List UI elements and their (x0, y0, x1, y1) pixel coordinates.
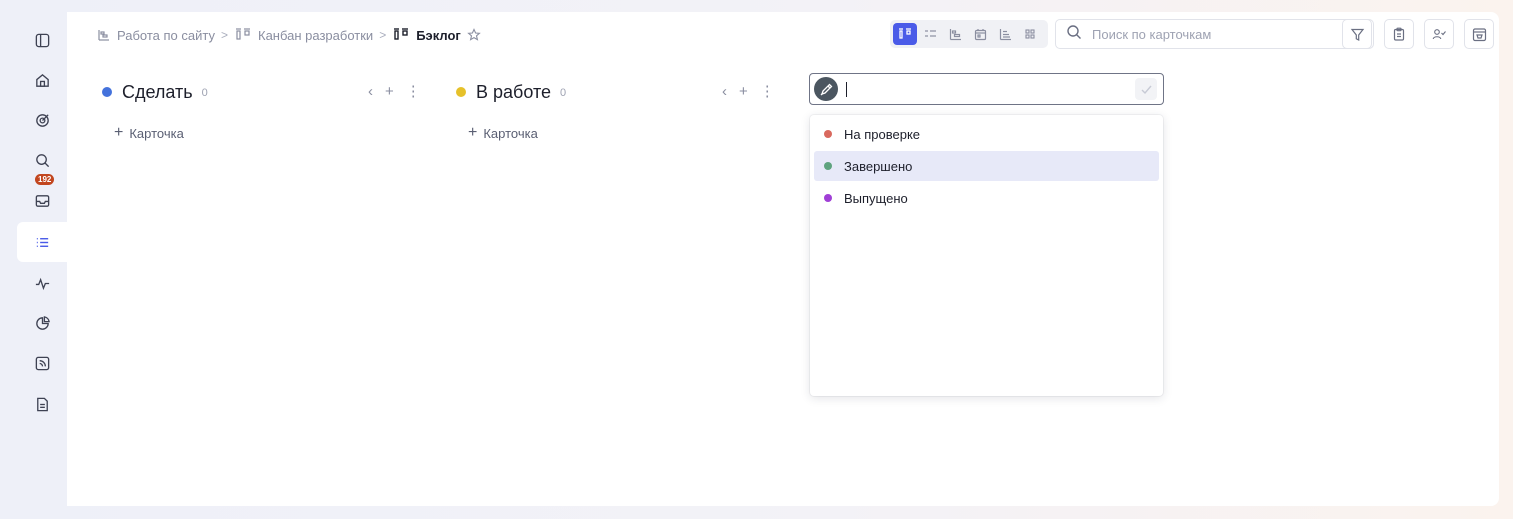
status-color-dot (824, 162, 832, 170)
timeline-view-button[interactable] (993, 23, 1017, 45)
goals-icon[interactable] (17, 100, 67, 140)
kanban-icon (392, 28, 410, 42)
reports-icon[interactable] (17, 303, 67, 343)
column-color-dot (102, 87, 112, 97)
dropdown-option[interactable]: На проверке (814, 119, 1159, 149)
add-card-label: Карточка (483, 125, 538, 141)
column-menu-icon[interactable]: ⋮ (760, 82, 775, 100)
new-column-field (809, 73, 1164, 105)
column-card-count: 0 (560, 87, 567, 99)
column-emoji-button[interactable] (814, 77, 838, 101)
status-color-dot (824, 130, 832, 138)
document-icon[interactable] (17, 384, 67, 424)
clipboard-icon (1393, 27, 1405, 41)
collapse-column-icon[interactable]: ‹ (722, 83, 727, 100)
check-icon (1141, 85, 1152, 94)
card-search-box (1055, 19, 1374, 49)
status-color-dot (824, 194, 832, 202)
activity-icon[interactable] (17, 263, 67, 303)
option-label: На проверке (844, 126, 921, 142)
breadcrumb-item-board[interactable]: Канбан разработки (258, 28, 373, 43)
inbox-icon[interactable]: 192 (17, 174, 67, 220)
pen-icon (820, 83, 832, 95)
grid-view-button[interactable] (1018, 23, 1042, 45)
add-card-button[interactable]: + Карточка (468, 124, 538, 142)
column-title[interactable]: Сделать (122, 82, 193, 103)
users-icon (1432, 29, 1446, 40)
confirm-button[interactable] (1135, 78, 1157, 100)
panel-toggle-icon[interactable] (17, 20, 67, 60)
feed-icon[interactable] (17, 343, 67, 383)
dropdown-option[interactable]: Завершено (814, 151, 1159, 181)
kanban-view-button[interactable] (893, 23, 917, 45)
column-card-count: 0 (201, 87, 208, 99)
filter-button[interactable] (1342, 19, 1372, 49)
breadcrumb: Работа по сайту > Канбан разработки > Бэ… (97, 24, 481, 46)
plus-icon: + (468, 124, 478, 141)
list-view-button[interactable] (918, 23, 942, 45)
new-column-name-input[interactable] (844, 78, 1124, 100)
calendar-view-button[interactable] (968, 23, 992, 45)
list-icon[interactable] (17, 222, 67, 262)
home-icon[interactable] (17, 60, 67, 100)
project-icon (97, 28, 111, 42)
breadcrumb-separator: > (379, 28, 387, 42)
members-button[interactable] (1424, 19, 1454, 49)
inbox-count-badge: 192 (35, 174, 55, 185)
add-card-icon[interactable]: + (385, 83, 394, 100)
add-card-button[interactable]: + Карточка (114, 124, 184, 142)
clipboard-button[interactable] (1384, 19, 1414, 49)
breadcrumb-item-project[interactable]: Работа по сайту (117, 28, 215, 43)
archive-button[interactable] (1464, 19, 1494, 49)
view-switcher (890, 20, 1048, 48)
column-title[interactable]: В работе (476, 82, 551, 103)
column-header: В работе 0 (456, 80, 566, 104)
archive-icon (1472, 27, 1486, 41)
star-icon[interactable] (467, 28, 481, 42)
breadcrumb-separator: > (220, 28, 228, 42)
main-panel: Работа по сайту > Канбан разработки > Бэ… (67, 12, 1499, 506)
filter-icon (1350, 28, 1364, 41)
breadcrumb-item-current: Бэклог (416, 27, 461, 43)
card-search-input[interactable] (1090, 25, 1344, 43)
left-sidebar: 192 (17, 12, 67, 506)
kanban-icon (234, 28, 252, 42)
plus-icon: + (114, 124, 124, 141)
dropdown-option[interactable]: Выпущено (814, 183, 1159, 213)
column-menu-icon[interactable]: ⋮ (406, 82, 421, 100)
column-color-dot (456, 87, 466, 97)
search-icon (1066, 24, 1082, 45)
option-label: Завершено (844, 158, 913, 174)
status-dropdown: На проверке Завершено Выпущено (810, 115, 1163, 396)
column-controls: ‹ + ⋮ (722, 82, 775, 101)
gantt-view-button[interactable] (943, 23, 967, 45)
add-card-label: Карточка (129, 125, 184, 141)
option-label: Выпущено (844, 190, 908, 206)
collapse-column-icon[interactable]: ‹ (368, 83, 373, 100)
column-header: Сделать 0 (102, 80, 208, 104)
add-card-icon[interactable]: + (739, 83, 748, 100)
text-cursor (846, 82, 847, 97)
column-controls: ‹ + ⋮ (368, 82, 421, 101)
